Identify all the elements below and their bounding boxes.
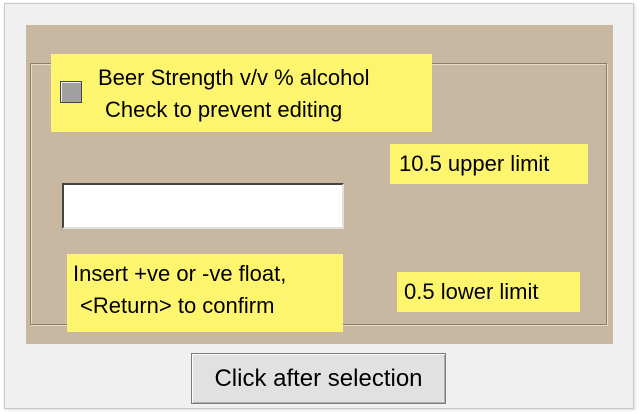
checkbox-label-title: Beer Strength v/v % alcohol (98, 65, 370, 90)
strength-groupbox: Beer Strength v/v % alcohol Check to pre… (30, 54, 607, 332)
submit-button[interactable]: Click after selection (191, 353, 446, 404)
frame-top-band (26, 25, 613, 37)
input-frame: Beer Strength v/v % alcohol Check to pre… (26, 37, 613, 344)
checkbox-label-area[interactable]: Beer Strength v/v % alcohol Check to pre… (51, 54, 432, 132)
strength-value-input[interactable] (62, 183, 344, 229)
input-hint-line1: Insert +ve or -ve float, (73, 261, 287, 286)
app-window: Beer Strength v/v % alcohol Check to pre… (4, 3, 634, 409)
upper-limit-label: 10.5 upper limit (399, 151, 550, 176)
checkbox-label-hint: Check to prevent editing (105, 97, 343, 122)
input-hint-line2: <Return> to confirm (80, 293, 275, 318)
upper-limit-badge: 10.5 upper limit (390, 144, 588, 184)
prevent-editing-checkbox[interactable] (60, 81, 82, 103)
lower-limit-badge: 0.5 lower limit (397, 272, 580, 312)
input-hint-badge: Insert +ve or -ve float, <Return> to con… (67, 254, 343, 332)
lower-limit-label: 0.5 lower limit (404, 279, 539, 304)
